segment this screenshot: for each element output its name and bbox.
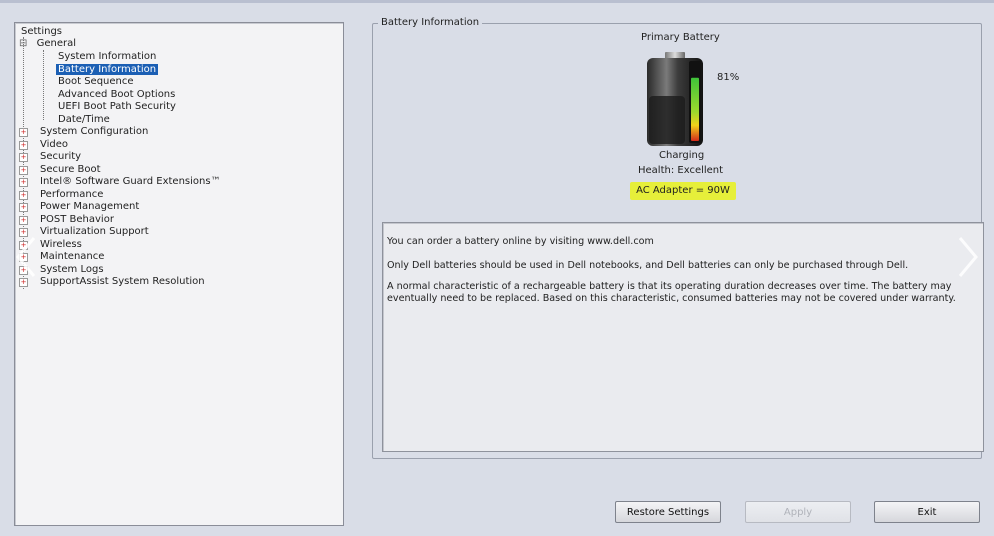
tree-guide xyxy=(43,50,44,120)
apply-button[interactable]: Apply xyxy=(745,501,851,523)
tree-item-date-time[interactable]: Date/Time xyxy=(58,114,110,126)
chevron-right-icon[interactable] xyxy=(950,232,986,282)
tree-item-uefi-boot-path-security[interactable]: UEFI Boot Path Security xyxy=(58,101,176,113)
info-panel: You can order a battery online by visiti… xyxy=(382,222,984,452)
expand-icon[interactable]: + xyxy=(19,128,28,137)
tree-item-intel-sgx[interactable]: + Intel® Software Guard Extensions™ xyxy=(19,176,221,188)
expand-icon[interactable]: + xyxy=(19,191,28,200)
expand-icon[interactable]: + xyxy=(19,166,28,175)
expand-icon[interactable]: + xyxy=(19,178,28,187)
top-border xyxy=(0,0,994,3)
chevron-left-icon[interactable] xyxy=(8,232,44,282)
expand-icon[interactable]: + xyxy=(19,216,28,225)
tree-item-system-configuration[interactable]: + System Configuration xyxy=(19,126,148,138)
charging-status: Charging xyxy=(659,150,705,161)
tree-item-security[interactable]: + Security xyxy=(19,151,81,163)
tree-item-supportassist[interactable]: + SupportAssist System Resolution xyxy=(19,276,205,288)
battery-health: Health: Excellent xyxy=(638,165,724,176)
primary-battery-label: Primary Battery xyxy=(641,32,720,43)
exit-button[interactable]: Exit xyxy=(874,501,980,523)
tree-item-advanced-boot-options[interactable]: Advanced Boot Options xyxy=(58,89,175,101)
tree-item-video[interactable]: + Video xyxy=(19,139,68,151)
tree-root-settings: Settings xyxy=(21,26,63,37)
expand-icon[interactable]: + xyxy=(19,141,28,150)
tree-item-power-management[interactable]: + Power Management xyxy=(19,201,139,213)
expand-icon[interactable]: + xyxy=(19,203,28,212)
group-title: Battery Information xyxy=(378,17,483,28)
info-order-text: You can order a battery online by visiti… xyxy=(387,236,654,247)
battery-percent: 81% xyxy=(717,72,740,83)
info-warranty-text: A normal characteristic of a rechargeabl… xyxy=(387,281,956,304)
tree-item-general[interactable]: ⊟ General xyxy=(19,38,76,50)
ac-adapter-label: AC Adapter = 90W xyxy=(630,182,736,200)
restore-settings-button[interactable]: Restore Settings xyxy=(615,501,721,523)
battery-icon xyxy=(645,52,715,147)
tree-item-performance[interactable]: + Performance xyxy=(19,189,103,201)
tree-item-battery-information[interactable]: Battery Information xyxy=(56,64,159,76)
tree-item-system-information[interactable]: System Information xyxy=(58,51,156,63)
tree-item-post-behavior[interactable]: + POST Behavior xyxy=(19,214,114,226)
tree-item-secure-boot[interactable]: + Secure Boot xyxy=(19,164,101,176)
tree-item-boot-sequence[interactable]: Boot Sequence xyxy=(58,76,134,88)
info-dell-only-text: Only Dell batteries should be used in De… xyxy=(387,260,909,271)
expand-icon[interactable]: + xyxy=(19,153,28,162)
settings-tree: Settings ⊟ General System Information Ba… xyxy=(14,22,344,526)
